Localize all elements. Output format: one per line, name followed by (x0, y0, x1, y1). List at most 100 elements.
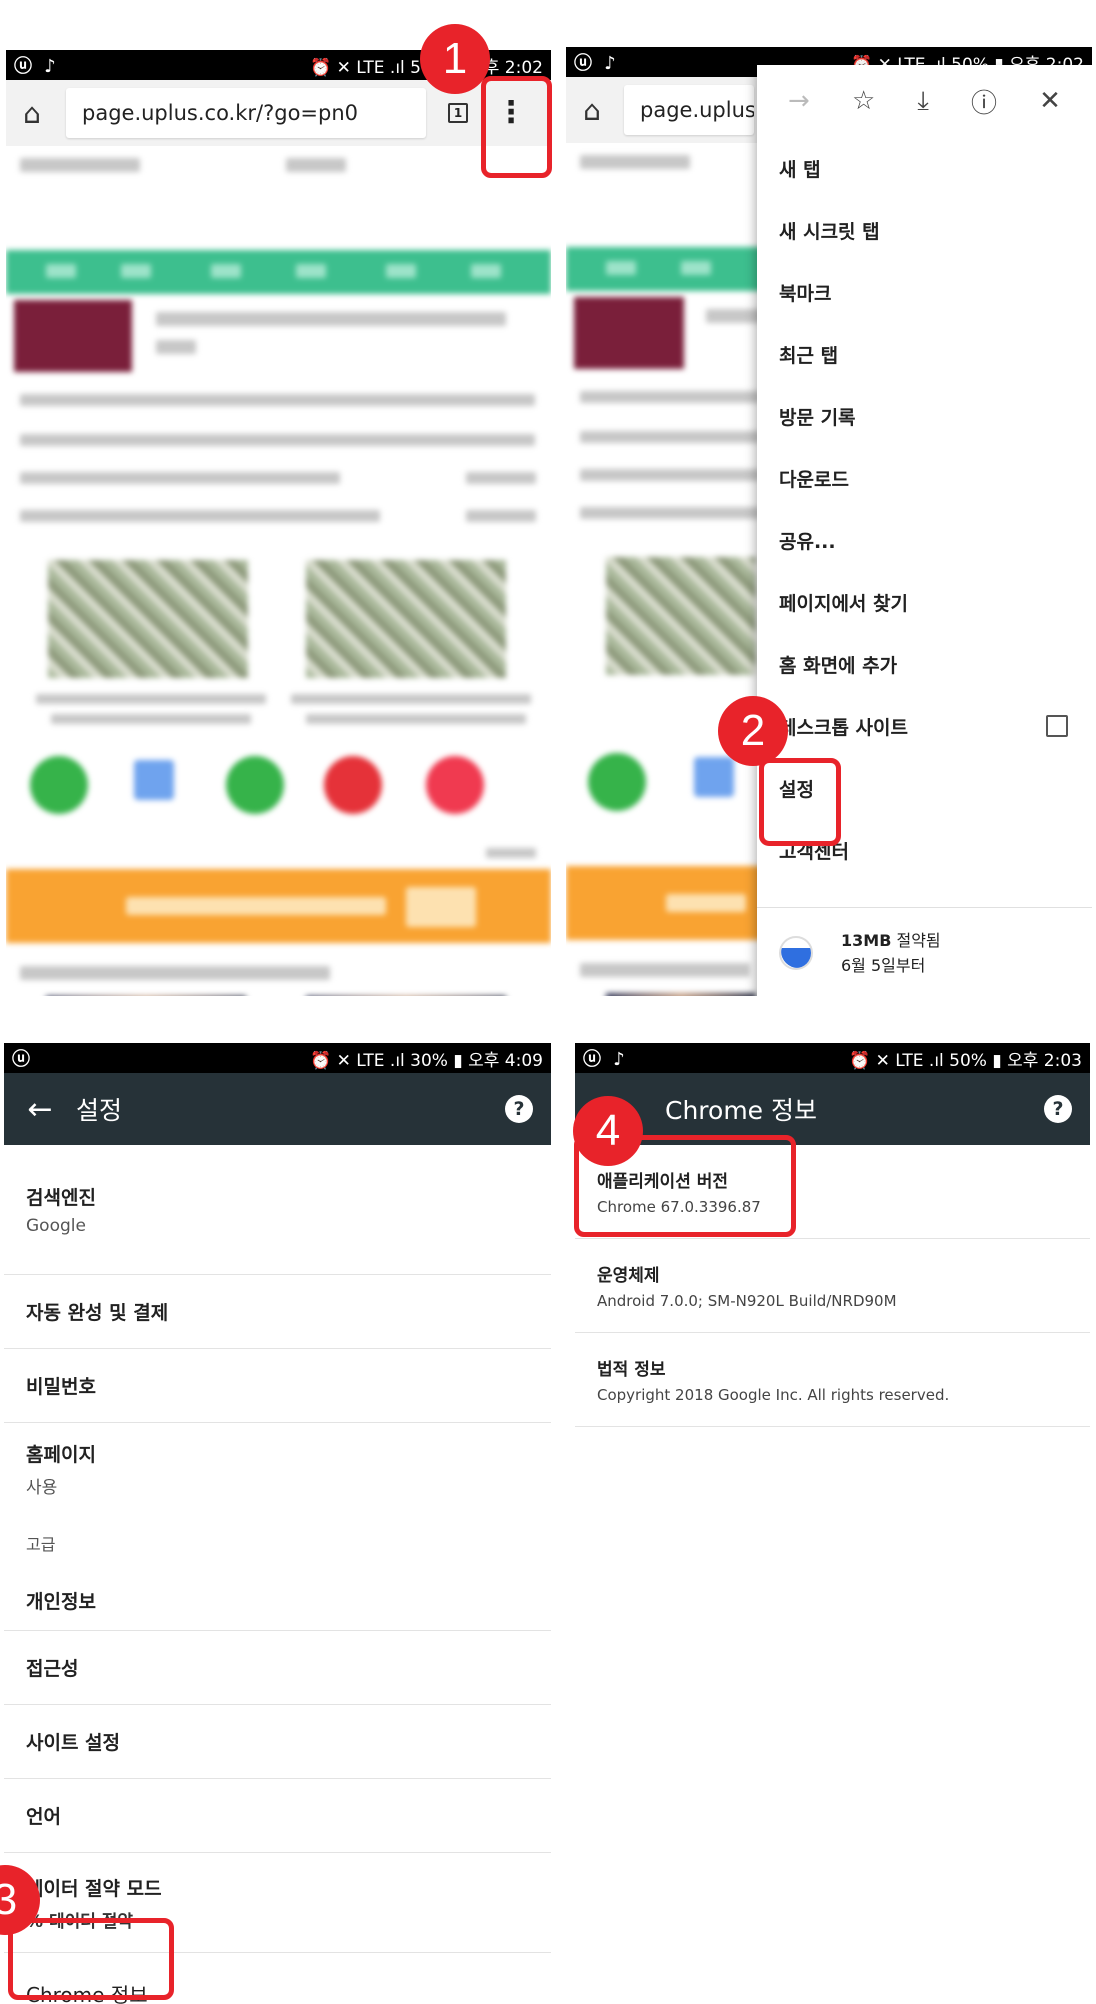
step3-highlight (8, 1918, 174, 2000)
page-content (6, 146, 551, 996)
menu-icon-row: → ☆ ⤓ ⓘ ✕ (757, 65, 1092, 137)
menu-item-share[interactable]: 공유... (757, 509, 1092, 571)
settings-item-value: 사용 (26, 1478, 58, 1498)
page-header-text (286, 158, 346, 172)
status-bar: ⓤ ♪ ⏰ ✕ LTE .ıl 50% ▮ 오후 2:03 (575, 1043, 1090, 1073)
menu-item-label: 방문 기록 (779, 406, 856, 429)
caption (291, 694, 531, 704)
about-chrome-screen: ⓤ ♪ ⏰ ✕ LTE .ıl 50% ▮ 오후 2:03 Chrome 정보 … (575, 1043, 1090, 1523)
settings-screen: ⓤ ⏰ ✕ LTE .ıl 30% ▮ 오후 4:09 ← 설정 ? 검색엔진 … (4, 1043, 551, 2004)
news-image (48, 560, 248, 678)
news-line (580, 507, 760, 519)
about-item-os[interactable]: 운영체제 Android 7.0.0; SM-N920L Build/NRD90… (575, 1239, 1090, 1333)
news-line (580, 469, 760, 481)
data-saver-icon (779, 935, 813, 970)
status-icons-right: ⏰ ✕ LTE .ıl 30% ▮ 오후 4:09 (310, 1050, 543, 1071)
news-line (466, 472, 536, 484)
menu-item-label: 새 탭 (779, 158, 821, 181)
settings-item-privacy[interactable]: 개인정보 (4, 1571, 551, 1631)
menu-item-add-to-home[interactable]: 홈 화면에 추가 (757, 633, 1092, 695)
settings-item-title: 접근성 (26, 1658, 79, 1680)
menu-item-label: 홈 화면에 추가 (779, 654, 898, 677)
settings-item-title: 비밀번호 (26, 1376, 96, 1398)
menu-item-label: 데스크톱 사이트 (779, 716, 908, 739)
page-title: Chrome 정보 (665, 1096, 818, 1125)
url-bar[interactable]: page.uplus.co.kr (624, 85, 754, 135)
status-icons-left: ⓤ ♪ (14, 56, 59, 77)
help-icon[interactable]: ? (1044, 1095, 1072, 1123)
menu-item-desktop-site[interactable]: 데스크톱 사이트 (757, 695, 1092, 757)
settings-item-title: 데이터 절약 모드 (26, 1877, 162, 1900)
settings-item-title: 사이트 설정 (26, 1732, 121, 1754)
menu-item-find-in-page[interactable]: 페이지에서 찾기 (757, 571, 1092, 633)
settings-item-title: 언어 (26, 1806, 61, 1828)
page-header-text (20, 158, 140, 172)
shortcut-icon (226, 756, 284, 814)
help-icon[interactable]: ? (505, 1095, 533, 1123)
data-saver-summary[interactable]: 13MB 절약됨 6월 5일부터 (757, 907, 1092, 996)
settings-item-title: 자동 완성 및 결제 (26, 1302, 169, 1324)
menu-item-new-incognito-tab[interactable]: 새 시크릿 탭 (757, 199, 1092, 261)
about-item-title: 법적 정보 (597, 1360, 666, 1380)
download-icon[interactable]: ⤓ (917, 86, 929, 117)
caption (36, 694, 266, 704)
saver-suffix: 절약됨 (891, 930, 941, 950)
url-bar[interactable]: page.uplus.co.kr/?go=pn0 (66, 88, 426, 138)
settings-item-passwords[interactable]: 비밀번호 (4, 1349, 551, 1423)
settings-item-accessibility[interactable]: 접근성 (4, 1631, 551, 1705)
news-thumbnail (14, 300, 132, 372)
news-image (306, 560, 506, 678)
caption (306, 714, 526, 724)
shortcut-icon (588, 753, 646, 811)
status-icons-left: ⓤ ♪ (574, 53, 619, 74)
saver-since: 6월 5일부터 (841, 955, 926, 975)
news-image (606, 993, 756, 996)
status-bar: ⓤ ⏰ ✕ LTE .ıl 30% ▮ 오후 4:09 (4, 1043, 551, 1073)
settings-item-title: 검색엔진 (26, 1187, 96, 1209)
shortcut-icon (134, 760, 174, 800)
menu-item-downloads[interactable]: 다운로드 (757, 447, 1092, 509)
step4-badge: 4 (573, 1096, 643, 1166)
settings-item-title: 홈페이지 (26, 1444, 96, 1466)
settings-app-bar: ← 설정 ? (4, 1073, 551, 1145)
menu-item-new-tab[interactable]: 새 탭 (757, 137, 1092, 199)
status-icons-left: ⓤ ♪ (583, 1049, 628, 1070)
shortcut-icon (694, 757, 734, 797)
settings-section-advanced: 고급 (4, 1515, 551, 1571)
menu-item-history[interactable]: 방문 기록 (757, 385, 1092, 447)
close-icon[interactable]: ✕ (1039, 86, 1061, 116)
page-header-text (580, 155, 690, 169)
browser-screen: ⓤ ♪ ⏰ ✕ LTE .ıl 50% ▮ 오후 2:02 ⌂ page.upl… (6, 50, 551, 996)
desktop-site-checkbox[interactable] (1046, 715, 1068, 737)
menu-item-recent-tabs[interactable]: 최근 탭 (757, 323, 1092, 385)
news-line (20, 434, 535, 446)
menu-item-label: 페이지에서 찾기 (779, 592, 908, 615)
tab-switcher-button[interactable]: 1 (448, 103, 468, 123)
about-item-title: 운영체제 (597, 1266, 660, 1286)
news-line (466, 510, 536, 522)
menu-item-bookmarks[interactable]: 북마크 (757, 261, 1092, 323)
bookmark-star-icon[interactable]: ☆ (852, 86, 875, 116)
about-item-legal[interactable]: 법적 정보 Copyright 2018 Google Inc. All rig… (575, 1333, 1090, 1427)
news-line (580, 963, 750, 977)
ad-banner (6, 869, 551, 943)
settings-item-search-engine[interactable]: 검색엔진 Google (4, 1145, 551, 1275)
menu-item-label: 새 시크릿 탭 (779, 220, 880, 243)
settings-item-autofill[interactable]: 자동 완성 및 결제 (4, 1275, 551, 1349)
home-icon[interactable]: ⌂ (6, 80, 58, 146)
news-image (606, 557, 756, 675)
about-item-value: Copyright 2018 Google Inc. All rights re… (597, 1386, 950, 1404)
status-icons-right: ⏰ ✕ LTE .ıl 50% ▮ 오후 2:03 (849, 1050, 1082, 1071)
settings-item-title: 개인정보 (26, 1591, 96, 1613)
settings-item-value: Google (26, 1216, 86, 1236)
back-arrow-icon[interactable]: ← (4, 1092, 76, 1127)
settings-item-homepage[interactable]: 홈페이지 사용 (4, 1423, 551, 1515)
settings-item-languages[interactable]: 언어 (4, 1779, 551, 1853)
info-icon[interactable]: ⓘ (971, 83, 997, 120)
home-icon[interactable]: ⌂ (566, 77, 618, 143)
menu-item-label: 최근 탭 (779, 344, 839, 367)
forward-icon[interactable]: → (788, 86, 810, 116)
settings-item-site-settings[interactable]: 사이트 설정 (4, 1705, 551, 1779)
news-headline (156, 340, 196, 354)
status-icons-left: ⓤ (12, 1049, 33, 1070)
